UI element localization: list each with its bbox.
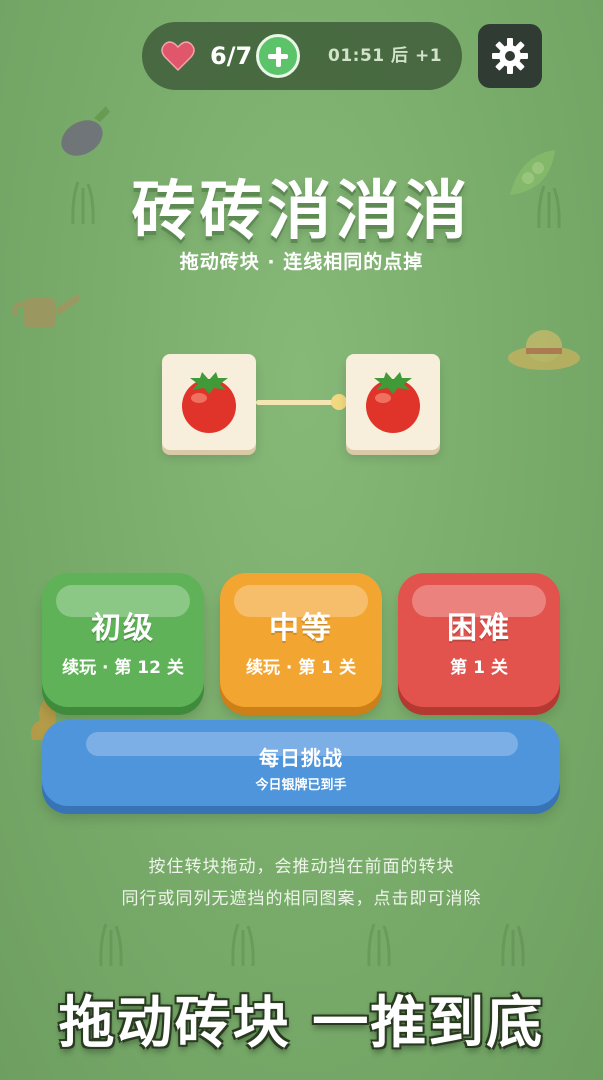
daily-challenge-status: 今日银牌已到手 <box>255 778 347 793</box>
daily-challenge-label: 每日挑战 <box>259 746 343 770</box>
match-connector-dot <box>331 394 347 410</box>
straw-hat-icon <box>508 330 580 370</box>
life-refill-timer: 01:51 后 +1 <box>328 46 443 66</box>
level-medium-label: 中等 <box>269 611 333 646</box>
match-connector-line <box>256 400 340 405</box>
level-easy-button[interactable]: 初级 续玩 · 第 12 关 <box>42 573 204 707</box>
level-medium-progress: 续玩 · 第 1 关 <box>246 658 356 678</box>
level-easy-label: 初级 <box>91 611 155 646</box>
promo-slogan: 拖动砖块 一推到底 <box>58 991 545 1056</box>
grass-icon <box>99 923 123 966</box>
game-title: 砖砖消消消 <box>131 175 472 249</box>
lives-count: 6/7 <box>210 42 253 70</box>
daily-challenge-button[interactable]: 每日挑战 今日银牌已到手 <box>42 720 560 806</box>
demo-tile-left <box>162 354 256 450</box>
tomato-icon <box>182 372 236 433</box>
level-easy-progress: 续玩 · 第 12 关 <box>62 658 184 678</box>
grass-icon <box>367 923 391 966</box>
eggplant-icon <box>61 106 110 156</box>
settings-button[interactable] <box>478 24 542 88</box>
instruction-line-2: 同行或同列无遮挡的相同图案，点击即可消除 <box>121 889 482 909</box>
grass-icon <box>501 923 525 966</box>
demo-tile-right <box>346 354 440 450</box>
grass-icon <box>231 923 255 966</box>
tomato-icon <box>366 372 420 433</box>
gear-icon <box>492 38 528 74</box>
instruction-line-1: 按住转块拖动，会推动挡在前面的转块 <box>148 857 455 877</box>
level-hard-button[interactable]: 困难 第 1 关 <box>398 573 560 707</box>
level-hard-progress: 第 1 关 <box>450 658 508 678</box>
watering-can-icon <box>12 294 80 328</box>
game-subtitle: 拖动砖块 · 连线相同的点掉 <box>179 251 424 273</box>
lives-bar: 6/7 01:51 后 +1 <box>142 22 462 90</box>
add-life-button[interactable] <box>256 34 300 78</box>
heart-icon <box>161 41 195 72</box>
level-hard-label: 困难 <box>447 611 511 646</box>
level-medium-button[interactable]: 中等 续玩 · 第 1 关 <box>220 573 382 707</box>
